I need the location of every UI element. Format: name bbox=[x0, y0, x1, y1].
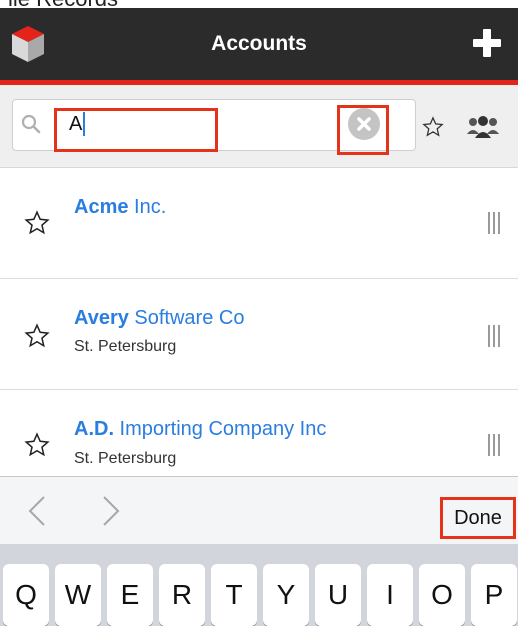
key-o[interactable]: O bbox=[419, 564, 465, 626]
star-outline-icon[interactable] bbox=[422, 116, 444, 138]
plus-icon[interactable] bbox=[470, 26, 504, 60]
account-name[interactable]: Acme Inc. bbox=[74, 196, 166, 219]
drag-handle-icon[interactable] bbox=[488, 325, 502, 347]
keyboard-toolbar: Done bbox=[0, 476, 518, 545]
list-item[interactable]: Avery Software Co St. Petersburg bbox=[0, 279, 518, 390]
search-icon bbox=[21, 114, 41, 134]
star-outline-icon[interactable] bbox=[24, 323, 50, 349]
account-name-rest: Importing Company Inc bbox=[114, 418, 327, 440]
key-p[interactable]: P bbox=[471, 564, 517, 626]
page-title: Accounts bbox=[211, 32, 307, 55]
account-name[interactable]: Avery Software Co bbox=[74, 307, 244, 330]
drag-handle-icon[interactable] bbox=[488, 434, 502, 456]
star-outline-icon[interactable] bbox=[24, 210, 50, 236]
list-item[interactable]: Acme Inc. bbox=[0, 168, 518, 279]
account-city: St. Petersburg bbox=[74, 450, 177, 467]
on-screen-keyboard: Q W E R T Y U I O P bbox=[0, 544, 518, 626]
app-header: Accounts bbox=[0, 8, 518, 85]
key-u[interactable]: U bbox=[315, 564, 361, 626]
key-i[interactable]: I bbox=[367, 564, 413, 626]
cropped-heading-text: ile Records bbox=[8, 0, 118, 8]
account-name-match: Avery bbox=[74, 307, 129, 329]
star-outline-icon[interactable] bbox=[24, 432, 50, 458]
key-e[interactable]: E bbox=[107, 564, 153, 626]
search-field-highlight bbox=[54, 108, 218, 152]
key-t[interactable]: T bbox=[211, 564, 257, 626]
key-w[interactable]: W bbox=[55, 564, 101, 626]
account-name[interactable]: A.D. Importing Company Inc bbox=[74, 418, 326, 441]
key-q[interactable]: Q bbox=[3, 564, 49, 626]
clear-button-highlight bbox=[337, 105, 389, 155]
done-button[interactable]: Done bbox=[440, 497, 516, 539]
chevron-right-icon[interactable] bbox=[100, 495, 122, 527]
account-name-match: A.D. bbox=[74, 418, 114, 440]
account-list: Acme Inc. Avery Software Co St. Petersbu… bbox=[0, 168, 518, 501]
key-y[interactable]: Y bbox=[263, 564, 309, 626]
account-city: St. Petersburg bbox=[74, 338, 177, 355]
cropped-heading: ile Records bbox=[0, 0, 518, 8]
chevron-left-icon[interactable] bbox=[26, 495, 48, 527]
account-name-rest: Inc. bbox=[128, 196, 167, 218]
account-name-match: Acme bbox=[74, 196, 129, 218]
drag-handle-icon[interactable] bbox=[488, 212, 502, 234]
group-people-icon[interactable] bbox=[466, 114, 500, 140]
key-r[interactable]: R bbox=[159, 564, 205, 626]
account-name-rest: Software Co bbox=[128, 307, 245, 329]
